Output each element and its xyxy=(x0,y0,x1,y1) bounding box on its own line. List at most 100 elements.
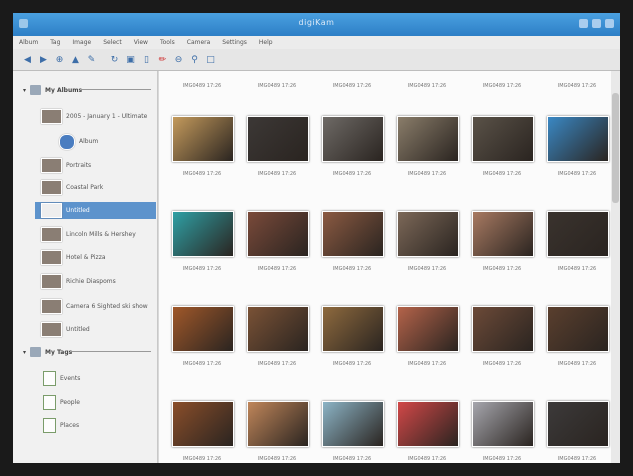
maximize-button[interactable] xyxy=(592,19,601,28)
album-thumbnail xyxy=(41,109,62,124)
search-icon[interactable]: ⚲ xyxy=(188,53,201,66)
album-thumbnail xyxy=(41,274,62,289)
photo-thumbnail[interactable] xyxy=(172,211,234,257)
menu-settings[interactable]: Settings xyxy=(222,39,247,46)
photo-thumbnail[interactable] xyxy=(172,401,234,447)
album-sidebar: ▾ My Albums 2005 - January 1 - Ultimate … xyxy=(13,71,158,463)
photo-thumbnail[interactable] xyxy=(247,211,309,257)
thumbnail-caption: IMG0489 17:26 xyxy=(182,361,222,367)
menu-select[interactable]: Select xyxy=(103,39,122,46)
crop-icon[interactable]: ▣ xyxy=(124,53,137,66)
thumbnail-caption: IMG0489 17:26 xyxy=(407,361,447,367)
menu-tools[interactable]: Tools xyxy=(160,39,175,46)
thumbnail-caption: IMG0489 17:26 xyxy=(407,266,447,272)
photo-thumbnail[interactable] xyxy=(472,401,534,447)
photo-thumbnail[interactable] xyxy=(547,211,609,257)
photo-thumbnail[interactable] xyxy=(397,401,459,447)
edit-icon[interactable]: ✎ xyxy=(85,53,98,66)
album-thumbnail xyxy=(41,322,62,337)
sidebar-album-item[interactable]: Coastal Park xyxy=(41,179,103,196)
thumbnail-caption: IMG0489 17:26 xyxy=(332,456,372,462)
sidebar-album-item[interactable]: Hotel & Pizza xyxy=(41,249,106,266)
slideshow-icon[interactable]: ▯ xyxy=(140,53,153,66)
sidebar-album-item[interactable]: Richie Diaspoms xyxy=(41,273,116,290)
photo-thumbnail[interactable] xyxy=(472,211,534,257)
minimize-button[interactable] xyxy=(579,19,588,28)
sidebar-album-item-selected[interactable]: Untitled xyxy=(35,202,156,219)
red-eye-icon[interactable]: ✏ xyxy=(156,53,169,66)
thumbnail-caption: IMG0489 17:26 xyxy=(557,171,597,177)
photo-thumbnail[interactable] xyxy=(172,306,234,352)
thumbnail-caption: IMG0489 17:26 xyxy=(557,266,597,272)
thumbnail-caption: IMG0489 17:26 xyxy=(332,83,372,89)
menu-camera[interactable]: Camera xyxy=(187,39,211,46)
sidebar-album-item[interactable]: Album xyxy=(59,133,98,150)
thumbnail-caption: IMG0489 17:26 xyxy=(407,456,447,462)
menu-image[interactable]: Image xyxy=(72,39,91,46)
thumbnail-grid: IMG0489 17:26 IMG0489 17:26 IMG0489 17:26 I… xyxy=(159,71,611,463)
menu-album[interactable]: Album xyxy=(19,39,38,46)
sidebar-album-item[interactable]: Portraits xyxy=(41,157,91,174)
collapse-icon[interactable]: ▾ xyxy=(23,349,26,356)
sidebar-album-item[interactable]: Camera 6 Sighted ski show xyxy=(41,298,148,315)
sidebar-album-item[interactable]: 2005 - January 1 - Ultimate xyxy=(41,108,147,125)
tag-icon xyxy=(43,371,56,386)
thumbnail-caption: IMG0489 17:26 xyxy=(407,83,447,89)
sidebar-album-item[interactable]: Untitled xyxy=(41,321,90,338)
app-window: digiKam Album Tag Image Select View Tool… xyxy=(13,13,620,463)
photo-thumbnail[interactable] xyxy=(547,401,609,447)
albums-header[interactable]: ▾ My Albums xyxy=(23,85,82,95)
album-thumbnail xyxy=(41,299,62,314)
back-icon[interactable]: ◀ xyxy=(21,53,34,66)
sidebar-album-item[interactable]: Lincoln Mills & Hershey xyxy=(41,226,136,243)
sidebar-tag-item[interactable]: People xyxy=(43,395,80,410)
thumbnail-caption: IMG0489 17:26 xyxy=(407,171,447,177)
thumbnail-caption: IMG0489 17:26 xyxy=(482,456,522,462)
thumbnail-caption: IMG0489 17:26 xyxy=(332,361,372,367)
thumbnail-caption: IMG0489 17:26 xyxy=(182,171,222,177)
thumbnail-caption: IMG0489 17:26 xyxy=(257,266,297,272)
photo-thumbnail[interactable] xyxy=(472,306,534,352)
photo-thumbnail[interactable] xyxy=(172,116,234,162)
fullscreen-icon[interactable]: □ xyxy=(204,53,217,66)
scrollbar-thumb[interactable] xyxy=(612,93,619,203)
up-icon[interactable]: ▲ xyxy=(69,53,82,66)
forward-icon[interactable]: ▶ xyxy=(37,53,50,66)
thumbnail-caption: IMG0489 17:26 xyxy=(257,171,297,177)
photo-thumbnail[interactable] xyxy=(397,211,459,257)
tags-header[interactable]: ▾ My Tags xyxy=(23,347,72,357)
thumbnail-caption: IMG0489 17:26 xyxy=(257,83,297,89)
collapse-icon[interactable]: ▾ xyxy=(23,87,26,94)
photo-thumbnail[interactable] xyxy=(247,116,309,162)
album-thumbnail xyxy=(41,227,62,242)
photo-thumbnail[interactable] xyxy=(547,116,609,162)
vertical-scrollbar[interactable] xyxy=(611,71,620,463)
album-thumbnail xyxy=(59,133,75,150)
zoom-out-icon[interactable]: ⊖ xyxy=(172,53,185,66)
thumbnail-caption: IMG0489 17:26 xyxy=(557,456,597,462)
photo-thumbnail[interactable] xyxy=(322,401,384,447)
menu-tag[interactable]: Tag xyxy=(50,39,60,46)
photo-thumbnail[interactable] xyxy=(397,116,459,162)
menu-bar: Album Tag Image Select View Tools Camera… xyxy=(13,36,620,49)
photo-thumbnail[interactable] xyxy=(397,306,459,352)
close-button[interactable] xyxy=(605,19,614,28)
thumbnail-caption: IMG0489 17:26 xyxy=(182,456,222,462)
sidebar-tag-item[interactable]: Events xyxy=(43,371,80,386)
photo-thumbnail[interactable] xyxy=(547,306,609,352)
title-bar: digiKam xyxy=(13,13,620,36)
photo-thumbnail[interactable] xyxy=(322,211,384,257)
zoom-in-icon[interactable]: ⊕ xyxy=(53,53,66,66)
photo-thumbnail[interactable] xyxy=(322,306,384,352)
photo-thumbnail[interactable] xyxy=(247,306,309,352)
sidebar-tag-item[interactable]: Places xyxy=(43,418,79,433)
menu-view[interactable]: View xyxy=(134,39,148,46)
thumbnail-caption: IMG0489 17:26 xyxy=(332,171,372,177)
photo-thumbnail[interactable] xyxy=(247,401,309,447)
tag-icon xyxy=(43,418,56,433)
photo-thumbnail[interactable] xyxy=(322,116,384,162)
menu-help[interactable]: Help xyxy=(259,39,273,46)
photo-thumbnail[interactable] xyxy=(472,116,534,162)
albums-icon xyxy=(30,85,42,95)
rotate-icon[interactable]: ↻ xyxy=(108,53,121,66)
